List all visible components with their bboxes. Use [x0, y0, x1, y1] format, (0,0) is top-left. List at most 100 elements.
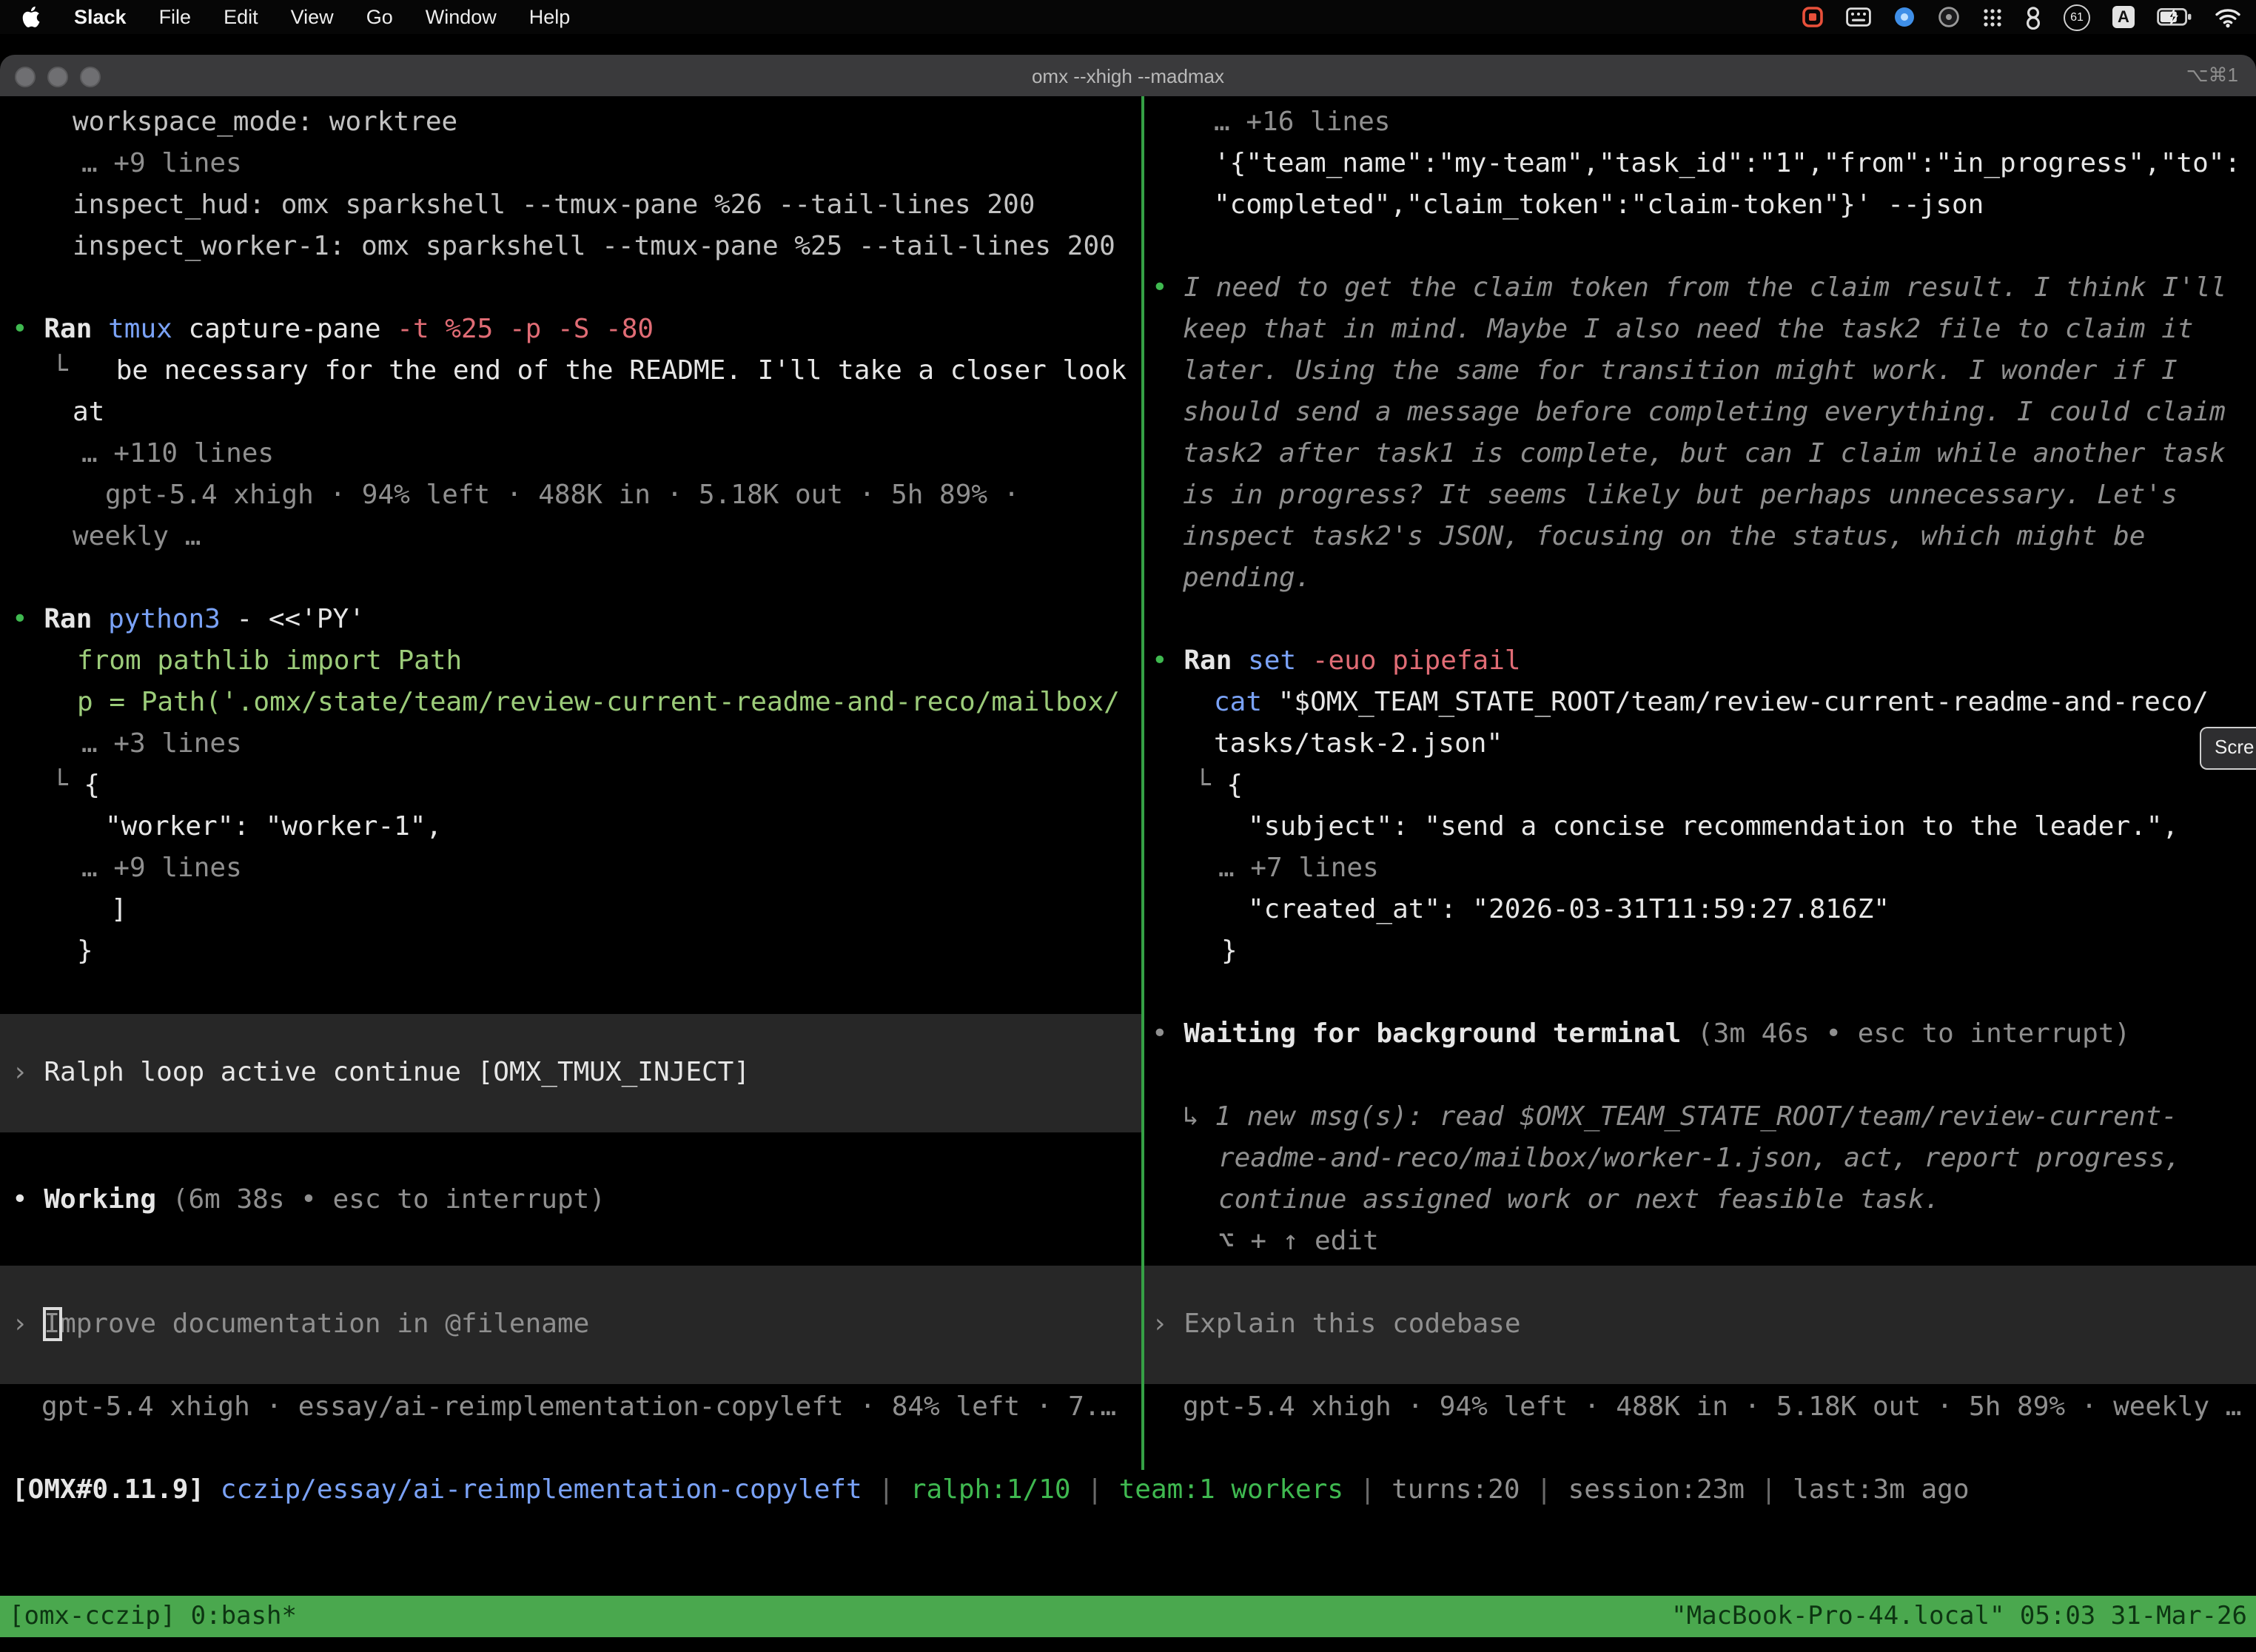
input-source-icon[interactable]: A: [2112, 6, 2135, 28]
figure-eight-app-icon[interactable]: [2025, 5, 2041, 29]
mailbox-message-line: ↳ 1 new msg(s): read $OMX_TEAM_STATE_ROO…: [1144, 1097, 2256, 1138]
thinking-text: I need to get the claim token from the c…: [1184, 272, 2226, 303]
dots-grid-icon[interactable]: [1982, 7, 2003, 27]
right-pane: … +16 lines '{"team_name":"my-team","tas…: [1144, 102, 2256, 1428]
quote-mark-icon: └: [1195, 770, 1211, 801]
screen-recording-icon[interactable]: [1802, 6, 1824, 28]
menu-bar-status-icons: 61 A: [1802, 4, 2256, 30]
thinking-line: later. Using the same for transition mig…: [1144, 351, 2256, 392]
model-status-line: gpt-5.4 xhigh · essay/ai-reimplementatio…: [0, 1387, 1141, 1428]
tool-output-line: }: [0, 931, 1141, 973]
thinking-line: should send a message before completing …: [1144, 392, 2256, 434]
battery-percent-circle-icon[interactable]: 61: [2064, 4, 2090, 30]
menu-item-window[interactable]: Window: [426, 6, 497, 28]
mailbox-message-text: 1 new msg(s): read $OMX_TEAM_STATE_ROOT/…: [1215, 1101, 2177, 1132]
screen-share-overlay: Scre: [2200, 727, 2256, 770]
inject-banner-line: › Ralph loop active continue [OMX_TMUX_I…: [0, 1052, 1141, 1094]
wifi-icon[interactable]: [2215, 7, 2241, 27]
ran-label: Ran: [44, 604, 92, 635]
dark-app-icon[interactable]: [1938, 6, 1960, 28]
left-pane: workspace_mode: worktree … +9 lines insp…: [0, 102, 1141, 1428]
blank-line: [1144, 973, 2256, 1014]
terminal-line: workspace_mode: worktree: [0, 102, 1141, 144]
separator: |: [1761, 1474, 1777, 1505]
tool-output-line: "worker": "worker-1",: [0, 807, 1141, 848]
omx-version: [OMX#0.11.9]: [12, 1474, 204, 1505]
quote-mark-icon: └: [52, 355, 68, 386]
thinking-line: pending.: [1144, 558, 2256, 600]
thinking-line: • I need to get the claim token from the…: [1144, 268, 2256, 309]
model-status-line: gpt-5.4 xhigh · 94% left · 488K in · 5.1…: [1144, 1387, 2256, 1428]
terminal-content: workspace_mode: worktree … +9 lines insp…: [0, 96, 2256, 1652]
turns-counter: turns:20: [1391, 1474, 1520, 1505]
tool-output-line: └ {: [1144, 765, 2256, 807]
session-duration: session:23m: [1568, 1474, 1745, 1505]
collapsed-lines-indicator[interactable]: … +16 lines: [1144, 102, 2256, 144]
bullet-icon: •: [1152, 272, 1168, 303]
apple-menu-icon[interactable]: [22, 6, 41, 28]
battery-icon[interactable]: [2157, 7, 2192, 27]
zoom-button[interactable]: [80, 67, 101, 87]
command-arg: - <<'PY': [237, 604, 365, 635]
tool-output-line: ]: [0, 890, 1141, 931]
tmux-session-window[interactable]: [omx-cczip] 0:bash*: [0, 1602, 297, 1631]
blank-line: [0, 268, 1141, 309]
close-button[interactable]: [15, 67, 36, 87]
thinking-line: task2 after task1 is complete, but can I…: [1144, 434, 2256, 475]
menu-item-go[interactable]: Go: [366, 6, 393, 28]
waiting-label: Waiting for background terminal: [1184, 1018, 1681, 1050]
mailbox-message-line: readme-and-reco/mailbox/worker-1.json, a…: [1144, 1138, 2256, 1180]
menu-bar-left: Slack File Edit View Go Window Help: [0, 6, 570, 28]
command-name: python3: [108, 604, 221, 635]
keyboard-grid-icon[interactable]: [1846, 7, 1871, 27]
ran-label: Ran: [1184, 645, 1232, 676]
tool-call-line: cat "$OMX_TEAM_STATE_ROOT/team/review-cu…: [1144, 682, 2256, 724]
tool-output-line: "created_at": "2026-03-31T11:59:27.816Z": [1144, 890, 2256, 931]
menu-item-edit[interactable]: Edit: [224, 6, 258, 28]
command-flags: -euo pipefail: [1312, 645, 1521, 676]
tool-call-line: • Ran python3 - <<'PY': [0, 600, 1141, 641]
ran-label: Ran: [44, 314, 92, 345]
tool-call-line: • Ran set -euo pipefail: [1144, 641, 2256, 682]
omx-status-line: [OMX#0.11.9] cczip/essay/ai-reimplementa…: [0, 1470, 2256, 1511]
waiting-meta: (3m 46s • esc to interrupt): [1697, 1018, 2130, 1050]
menu-item-file[interactable]: File: [159, 6, 192, 28]
menu-item-view[interactable]: View: [291, 6, 334, 28]
chevron-prompt-icon: ›: [12, 1057, 28, 1088]
quote-mark-icon: └: [52, 770, 68, 801]
menu-item-help[interactable]: Help: [529, 6, 571, 28]
terminal-line: inspect_hud: omx sparkshell --tmux-pane …: [0, 185, 1141, 226]
command-name: tmux: [108, 314, 172, 345]
blue-app-icon[interactable]: [1893, 6, 1916, 28]
collapsed-lines-indicator[interactable]: … +110 lines: [0, 434, 1141, 475]
bullet-icon: •: [12, 314, 28, 345]
working-meta: (6m 38s • esc to interrupt): [172, 1184, 605, 1215]
command-arg-line: '{"team_name":"my-team","task_id":"1","f…: [1144, 144, 2256, 185]
window-shortcut-hint: ⌥⌘1: [2186, 64, 2238, 87]
model-usage-line: weekly …: [0, 517, 1141, 558]
collapsed-lines-indicator[interactable]: … +9 lines: [0, 144, 1141, 185]
prompt-input-left[interactable]: › Improve documentation in @filename: [0, 1266, 1141, 1384]
tmux-host-clock: "MacBook-Pro-44.local" 05:03 31-Mar-26: [1671, 1596, 2247, 1637]
collapsed-lines-indicator[interactable]: … +3 lines: [0, 724, 1141, 765]
collapsed-lines-indicator[interactable]: … +7 lines: [1144, 848, 2256, 890]
tool-output-line: }: [1144, 931, 2256, 973]
window-titlebar[interactable]: omx --xhigh --madmax ⌥⌘1: [0, 55, 2256, 96]
bullet-icon: •: [1152, 645, 1168, 676]
chevron-prompt-icon: ›: [1152, 1309, 1168, 1340]
minimize-button[interactable]: [47, 67, 68, 87]
tool-output-line: └ be necessary for the end of the README…: [0, 351, 1141, 392]
waiting-status-line: • Waiting for background terminal (3m 46…: [1144, 1014, 2256, 1055]
menu-bar: Slack File Edit View Go Window Help 61 A: [0, 0, 2256, 34]
bullet-icon: •: [1152, 1018, 1168, 1050]
inject-banner[interactable]: › Ralph loop active continue [OMX_TMUX_I…: [0, 1014, 1141, 1132]
blank-line: [1144, 600, 2256, 641]
output-text: {: [84, 770, 100, 801]
omx-project-path: cczip/essay/ai-reimplementation-copyleft: [221, 1474, 862, 1505]
prompt-input-right[interactable]: › Explain this codebase: [1144, 1266, 2256, 1384]
menu-app-name[interactable]: Slack: [74, 6, 127, 28]
thinking-line: inspect task2's JSON, focusing on the st…: [1144, 517, 2256, 558]
separator: |: [1536, 1474, 1552, 1505]
inject-banner-text: Ralph loop active continue [OMX_TMUX_INJ…: [44, 1057, 750, 1088]
collapsed-lines-indicator[interactable]: … +9 lines: [0, 848, 1141, 890]
